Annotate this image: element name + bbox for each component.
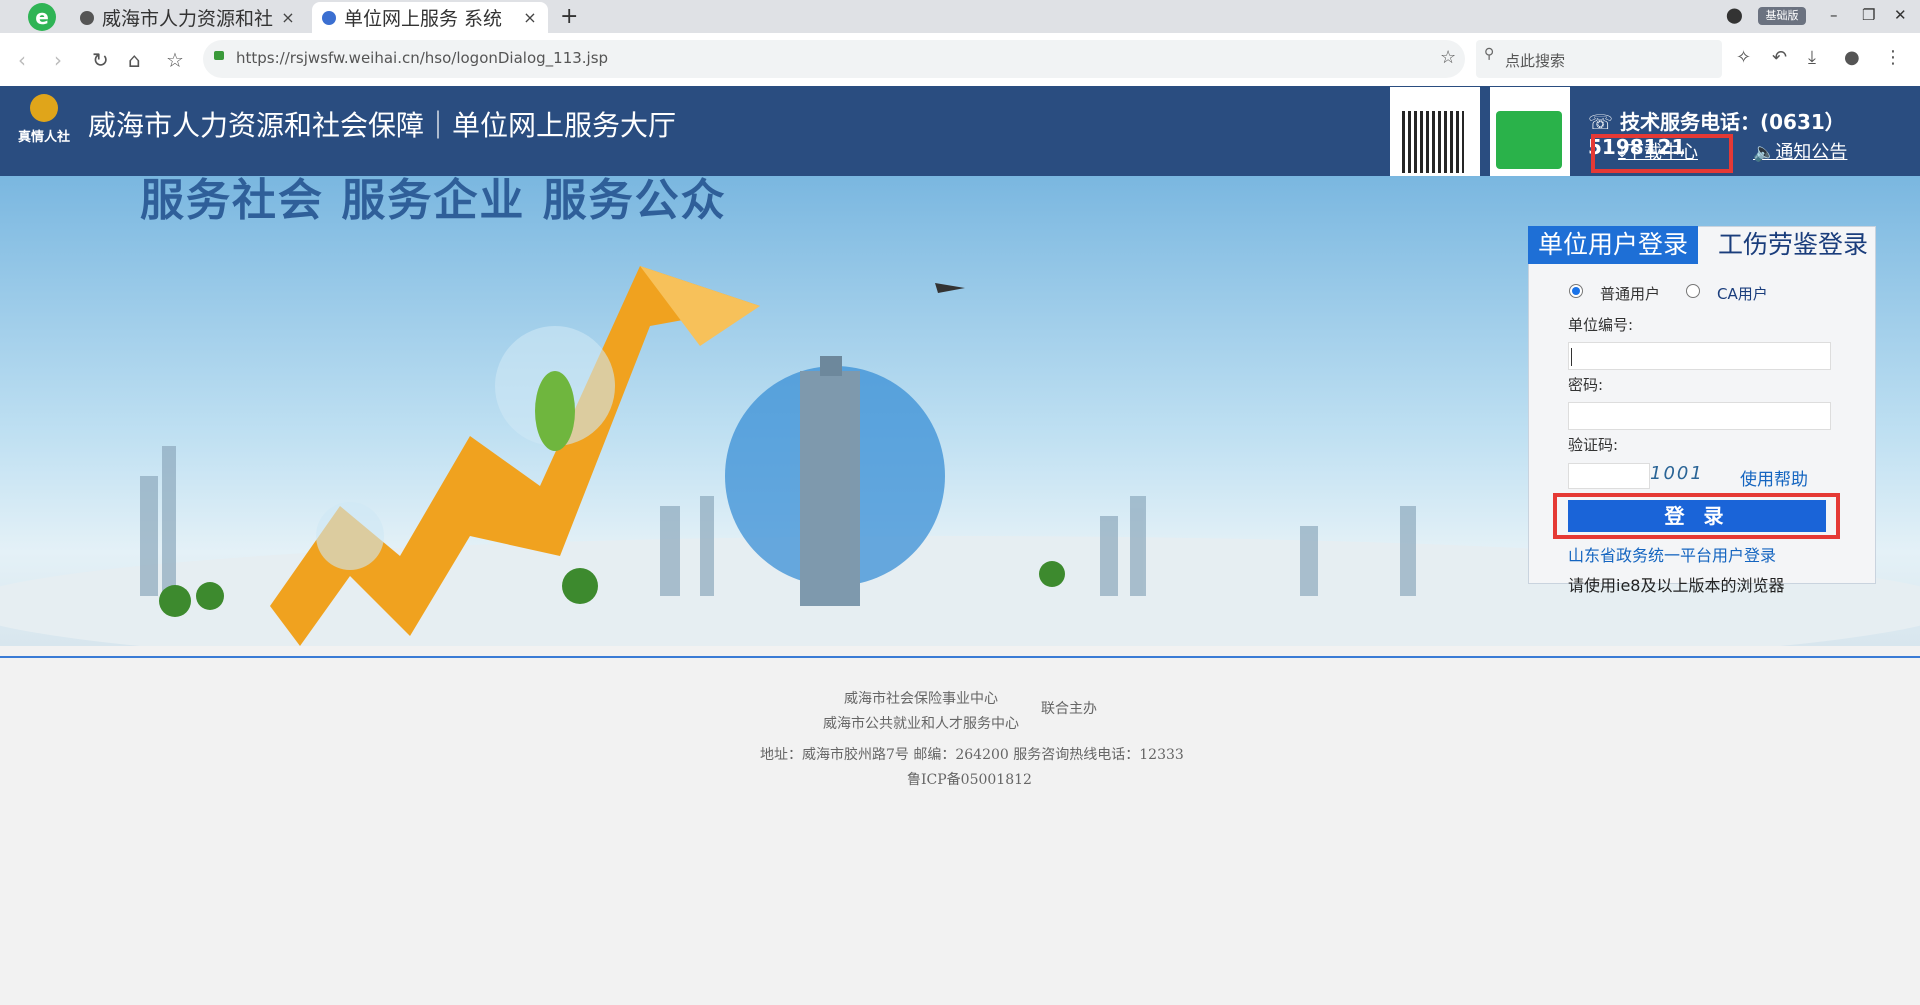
account-icon[interactable]: ● [1844, 47, 1860, 68]
browser-tab-weihai[interactable]: 威海市人力资源和社 × [70, 2, 306, 33]
radio-ca-label: CA用户 [1717, 285, 1768, 303]
captcha-input[interactable] [1568, 463, 1650, 489]
password-input[interactable] [1568, 402, 1831, 430]
password-label: 密码: [1568, 376, 1604, 394]
download-icon[interactable]: ⤓ [1808, 47, 1816, 68]
tab-unit-user-login[interactable]: 单位用户登录 [1528, 226, 1698, 264]
favorite-star-icon[interactable]: ☆ [1440, 47, 1456, 68]
province-platform-link[interactable]: 山东省政务统一平台用户登录 [1568, 542, 1776, 566]
wechat-qr-image [1490, 87, 1570, 176]
captcha-image[interactable]: 1001 [1650, 463, 1730, 489]
unit-number-input[interactable] [1568, 342, 1831, 370]
login-button[interactable]: 登 录 [1568, 500, 1826, 532]
minimize-icon[interactable]: – [1830, 6, 1838, 24]
browser-logo-icon[interactable]: e [28, 3, 56, 31]
footer-address: 地址：威海市胶州路7号 邮编：264200 服务咨询热线电话：12333 [760, 747, 1184, 763]
restore-icon[interactable]: ❐ [1862, 6, 1875, 24]
undo-icon[interactable]: ↶ [1772, 47, 1787, 68]
logo-text: 真情人社 [18, 130, 71, 145]
footer-divider [0, 656, 1920, 658]
url-text[interactable]: https://rsjwsfw.weihai.cn/hso/logonDialo… [236, 49, 608, 67]
radio-ca-user[interactable] [1686, 284, 1700, 298]
tab-title: 威海市人力资源和社 [102, 8, 274, 30]
unit-number-label: 单位编号: [1568, 316, 1634, 334]
notice-link[interactable]: 🔈通知公告 [1753, 138, 1847, 164]
qr-code-image [1390, 87, 1480, 176]
globe-icon [322, 10, 336, 25]
tab-title: 单位网上服务 系统 [344, 8, 503, 30]
logo-emblem-icon [30, 94, 58, 122]
notice-label: 通知公告 [1775, 142, 1848, 163]
menu-icon[interactable]: ⋮ [1884, 47, 1902, 68]
browser-tip: 请使用ie8及以上版本的浏览器 [1568, 576, 1785, 595]
new-tab-button[interactable]: + [560, 4, 578, 29]
radio-normal-user[interactable] [1569, 284, 1583, 298]
profile-menu-icon[interactable]: ⬤ [1726, 6, 1743, 24]
home-icon[interactable]: ⌂ [128, 48, 141, 72]
download-center-link[interactable]: ⤓下载中心 [1618, 138, 1698, 164]
speaker-icon: 🔈 [1753, 142, 1776, 163]
back-icon[interactable]: ‹ [18, 48, 26, 72]
globe-icon [80, 10, 94, 25]
radio-normal-label: 普通用户 [1600, 285, 1661, 303]
text-cursor [1571, 348, 1572, 366]
banner-slogan: 服务社会 服务企业 服务公众 [140, 175, 727, 226]
hrss-logo: 真情人社 [18, 92, 70, 148]
tab-injury-login[interactable]: 工伤劳鉴登录 [1710, 226, 1876, 264]
wechat-icon [1496, 111, 1562, 169]
forward-icon[interactable]: › [54, 48, 62, 72]
extensions-icon[interactable]: ✧ [1736, 47, 1751, 68]
qr-code-icon [1402, 111, 1464, 173]
search-icon: ⚲ [1484, 46, 1495, 62]
site-title: 威海市人力资源和社会保障｜单位网上服务大厅 [88, 109, 677, 142]
tab-close-icon[interactable]: × [522, 8, 538, 27]
footer-joint-host: 联合主办 [1041, 701, 1097, 717]
footer-icp[interactable]: 鲁ICP备05001812 [907, 769, 1032, 789]
phone-icon: ☏ [1588, 110, 1614, 134]
version-badge[interactable]: 基础版 [1758, 7, 1806, 25]
lock-icon [214, 51, 224, 60]
captcha-label: 验证码: [1568, 436, 1619, 454]
footer-org-social-insurance: 威海市社会保险事业中心 [844, 691, 998, 707]
search-placeholder: 点此搜索 [1505, 52, 1566, 70]
bookmark-star-icon[interactable]: ☆ [166, 48, 184, 72]
tab-close-icon[interactable]: × [280, 8, 296, 27]
download-icon: ⤓ [1618, 142, 1626, 163]
reload-icon[interactable]: ↻ [92, 48, 109, 72]
download-center-label: 下载中心 [1625, 142, 1698, 163]
close-window-icon[interactable]: ✕ [1894, 6, 1907, 24]
footer-org-employment: 威海市公共就业和人才服务中心 [823, 716, 1019, 732]
usage-help-link[interactable]: 使用帮助 [1740, 465, 1808, 490]
browser-tab-unit-service[interactable]: 单位网上服务 系统 × [312, 2, 548, 33]
